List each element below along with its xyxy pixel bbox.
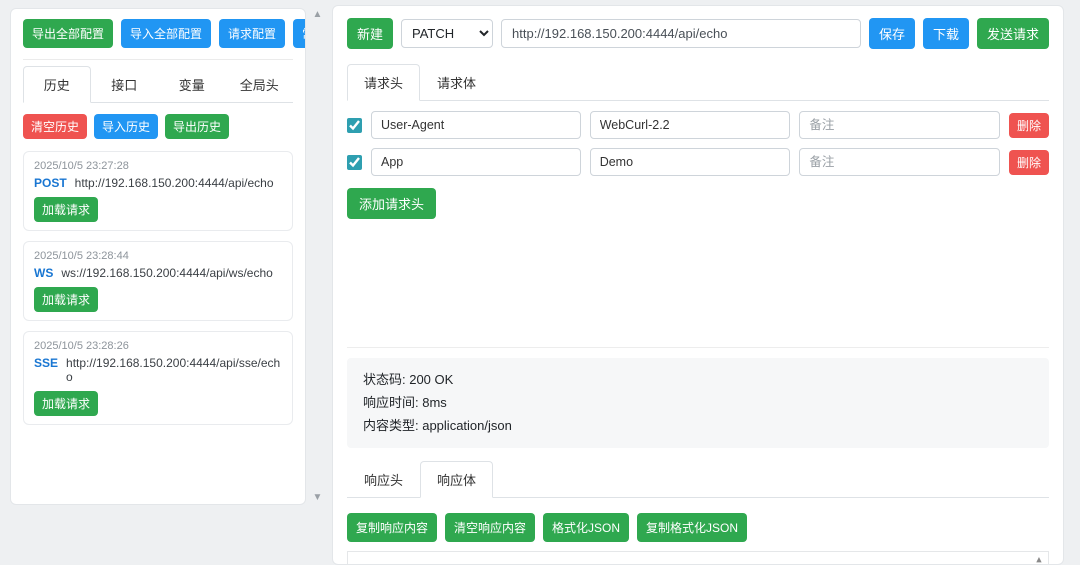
load-request-button[interactable]: 加载请求 xyxy=(34,197,99,222)
content-type-line: 内容类型: application/json xyxy=(363,417,512,433)
export-all-config-button[interactable]: 导出全部配置 xyxy=(23,19,114,48)
tab-response-headers[interactable]: 响应头 xyxy=(347,461,420,498)
add-header-button[interactable]: 添加请求头 xyxy=(347,188,437,219)
response-tabbar: 响应头 响应体 xyxy=(347,461,1049,499)
download-button[interactable]: 下载 xyxy=(922,18,969,49)
scroll-up-icon[interactable]: ▲ xyxy=(309,10,326,20)
load-request-button[interactable]: 加载请求 xyxy=(34,287,99,312)
history-timestamp: 2025/10/5 23:28:26 xyxy=(34,340,129,352)
header-value-input[interactable] xyxy=(589,111,791,139)
sidebar-divider xyxy=(23,59,293,60)
sidebar-tabbar: 历史 接口 变量 全局头 xyxy=(23,66,293,103)
response-time-line: 响应时间: 8ms xyxy=(363,394,447,410)
sidebar-panel: 导出全部配置 导入全部配置 请求配置 常用工具 历史 接口 变量 全局头 清空历… xyxy=(10,8,306,505)
response-actions-row: 复制响应内容 清空响应内容 格式化JSON 复制格式化JSON xyxy=(347,513,1049,543)
response-body-viewer[interactable]: ▼{ "method": "PATCH", "url": "http://192… xyxy=(347,551,1049,564)
main-panel: 新建 PATCH 保存 下载 发送请求 请求头 请求体 删除 删除 添加请求头 xyxy=(332,5,1064,565)
empty-space xyxy=(347,219,1049,341)
request-tabbar: 请求头 请求体 xyxy=(347,64,1049,101)
header-note-input[interactable] xyxy=(799,111,1000,139)
history-method-badge: SSE xyxy=(34,356,59,370)
history-url: ws://192.168.150.200:4444/api/ws/echo xyxy=(61,266,273,280)
clear-response-button[interactable]: 清空响应内容 xyxy=(445,513,536,543)
copy-formatted-json-button[interactable]: 复制格式化JSON xyxy=(637,513,748,543)
method-select[interactable]: PATCH xyxy=(401,19,494,48)
header-name-input[interactable] xyxy=(371,111,581,139)
load-request-button[interactable]: 加载请求 xyxy=(34,391,99,416)
history-item[interactable]: 2025/10/5 23:27:28 POST http://192.168.1… xyxy=(23,151,293,231)
history-actions-row: 清空历史 导入历史 导出历史 xyxy=(23,114,293,139)
header-name-input[interactable] xyxy=(371,148,581,176)
tab-global-headers[interactable]: 全局头 xyxy=(226,66,294,103)
request-config-button[interactable]: 请求配置 xyxy=(219,19,286,48)
tab-variables[interactable]: 变量 xyxy=(158,66,226,103)
import-history-button[interactable]: 导入历史 xyxy=(94,114,159,139)
sidebar-scrollbar[interactable]: ▲ ▼ xyxy=(309,8,326,505)
delete-header-button[interactable]: 删除 xyxy=(1009,149,1050,175)
request-headers-editor: 删除 删除 xyxy=(347,111,1050,176)
clear-history-button[interactable]: 清空历史 xyxy=(23,114,88,139)
import-all-config-button[interactable]: 导入全部配置 xyxy=(121,19,212,48)
header-row: 删除 xyxy=(347,148,1050,176)
response-scrollbar[interactable]: ▲ xyxy=(1032,555,1046,564)
response-divider xyxy=(347,347,1049,348)
history-item[interactable]: 2025/10/5 23:28:44 WS ws://192.168.150.2… xyxy=(23,241,293,321)
scroll-up-icon[interactable]: ▲ xyxy=(1032,555,1046,564)
header-enabled-checkbox[interactable] xyxy=(347,154,362,170)
request-bar: 新建 PATCH 保存 下载 发送请求 xyxy=(347,18,1049,49)
history-method-badge: WS xyxy=(34,266,54,280)
history-timestamp: 2025/10/5 23:28:44 xyxy=(34,250,129,262)
history-item[interactable]: 2025/10/5 23:28:26 SSE http://192.168.15… xyxy=(23,331,293,425)
save-button[interactable]: 保存 xyxy=(868,18,915,49)
tab-interfaces[interactable]: 接口 xyxy=(91,66,159,103)
scroll-down-icon[interactable]: ▼ xyxy=(309,493,326,503)
tab-request-headers[interactable]: 请求头 xyxy=(347,64,421,101)
history-method-badge: POST xyxy=(34,176,67,190)
history-url: http://192.168.150.200:4444/api/echo xyxy=(74,176,274,190)
history-url: http://192.168.150.200:4444/api/sse/echo xyxy=(66,356,281,384)
response-status-box: 状态码: 200 OK 响应时间: 8ms 内容类型: application/… xyxy=(347,358,1049,449)
send-request-button[interactable]: 发送请求 xyxy=(976,18,1049,49)
common-tools-button[interactable]: 常用工具 xyxy=(293,19,305,48)
config-button-row: 导出全部配置 导入全部配置 请求配置 常用工具 xyxy=(23,19,305,48)
history-list: 2025/10/5 23:27:28 POST http://192.168.1… xyxy=(23,151,293,425)
format-json-button[interactable]: 格式化JSON xyxy=(543,513,630,543)
new-request-button[interactable]: 新建 xyxy=(347,18,394,49)
delete-header-button[interactable]: 删除 xyxy=(1009,112,1050,138)
status-code-line: 状态码: 200 OK xyxy=(363,372,454,387)
url-input[interactable] xyxy=(501,19,861,48)
copy-response-button[interactable]: 复制响应内容 xyxy=(347,513,438,543)
export-history-button[interactable]: 导出历史 xyxy=(165,114,230,139)
history-timestamp: 2025/10/5 23:27:28 xyxy=(34,160,129,172)
tab-response-body[interactable]: 响应体 xyxy=(420,461,494,499)
header-enabled-checkbox[interactable] xyxy=(347,117,362,133)
tab-history[interactable]: 历史 xyxy=(23,66,91,103)
header-value-input[interactable] xyxy=(589,148,791,176)
header-row: 删除 xyxy=(347,111,1050,139)
header-note-input[interactable] xyxy=(799,148,1000,176)
tab-request-body[interactable]: 请求体 xyxy=(420,64,493,101)
